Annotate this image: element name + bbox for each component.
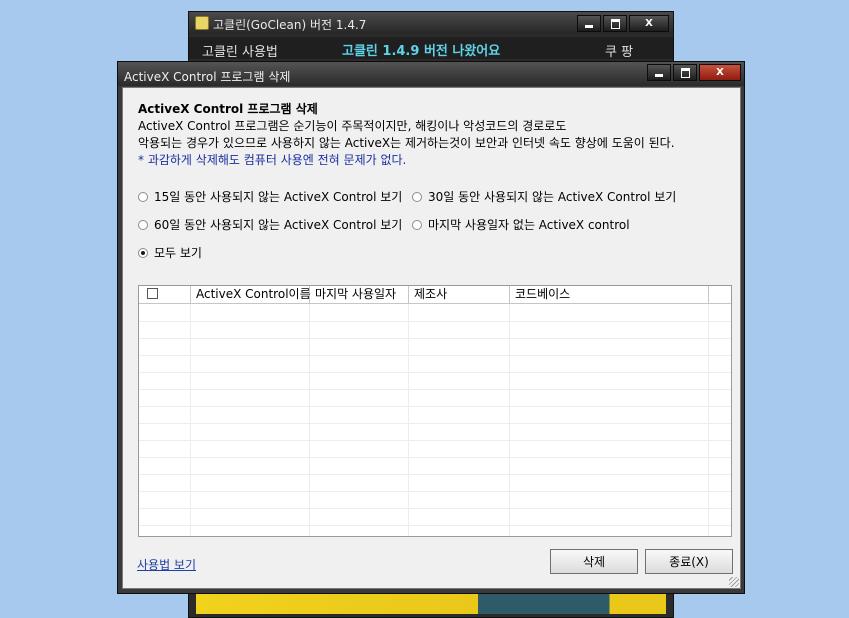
activex-list[interactable]: ActiveX Control이름 마지막 사용일자 제조사 코드베이스 — [138, 285, 732, 537]
grid-row-line — [139, 474, 731, 475]
grid-row-line — [139, 440, 731, 441]
help-link[interactable]: 사용법 보기 — [137, 556, 196, 573]
dialog-titlebar[interactable]: ActiveX Control 프로그램 삭제 X — [118, 62, 744, 86]
column-header-last-used[interactable]: 마지막 사용일자 — [310, 286, 409, 303]
section-heading: ActiveX Control 프로그램 삭제 — [138, 102, 318, 116]
grid-row-line — [139, 525, 731, 526]
filter-no-last-used[interactable]: 마지막 사용일자 없는 ActiveX control — [412, 216, 630, 233]
description-block: ActiveX Control 프로그램 삭제 ActiveX Control … — [138, 101, 675, 169]
close-icon: X — [645, 17, 653, 29]
grid-row-line — [139, 508, 731, 509]
filter-show-all-label: 모두 보기 — [154, 246, 202, 260]
grid-row-line — [139, 457, 731, 458]
maximize-button[interactable] — [603, 15, 627, 32]
goclean-titlebar[interactable]: 고클린(GoClean) 버전 1.4.7 X — [189, 12, 673, 34]
select-all-column — [139, 286, 191, 303]
grid-row-line — [139, 355, 731, 356]
grid-row-line — [139, 389, 731, 390]
maximize-icon — [680, 67, 690, 78]
filter-15-days[interactable]: 15일 동안 사용되지 않는 ActiveX Control 보기 — [138, 188, 402, 205]
coupon-link[interactable]: 쿠 팡 — [605, 41, 633, 60]
app-icon — [195, 16, 209, 30]
grid-row-line — [139, 321, 731, 322]
radio-icon[interactable] — [138, 191, 148, 202]
minimize-icon — [655, 74, 663, 77]
description-line-1: ActiveX Control 프로그램은 순기능이 주목적이지만, 해킹이나 … — [138, 119, 567, 133]
delete-button[interactable]: 삭제 — [550, 549, 638, 574]
close-button[interactable]: X — [629, 15, 669, 32]
filter-30-days[interactable]: 30일 동안 사용되지 않는 ActiveX Control 보기 — [412, 188, 676, 205]
radio-selected-icon[interactable] — [138, 247, 148, 258]
goclean-window-title: 고클린(GoClean) 버전 1.4.7 — [213, 18, 367, 32]
filter-60-days-label: 60일 동안 사용되지 않는 ActiveX Control 보기 — [154, 218, 403, 232]
filter-30-days-label: 30일 동안 사용되지 않는 ActiveX Control 보기 — [428, 190, 677, 204]
column-header-vendor[interactable]: 제조사 — [409, 286, 510, 303]
filter-no-last-used-label: 마지막 사용일자 없는 ActiveX control — [428, 218, 630, 232]
grid-row-line — [139, 338, 731, 339]
filter-60-days[interactable]: 60일 동안 사용되지 않는 ActiveX Control 보기 — [138, 216, 402, 233]
radio-icon[interactable] — [138, 219, 148, 230]
dialog-title: ActiveX Control 프로그램 삭제 — [124, 70, 291, 84]
dialog-minimize-button[interactable] — [647, 64, 671, 81]
filter-show-all[interactable]: 모두 보기 — [138, 244, 202, 261]
maximize-icon — [610, 18, 620, 29]
grid-row-line — [139, 372, 731, 373]
note-text: * 과감하게 삭제해도 컴퓨터 사용엔 전혀 문제가 없다. — [138, 153, 407, 167]
column-header-name[interactable]: ActiveX Control이름 — [191, 286, 311, 303]
list-header: ActiveX Control이름 마지막 사용일자 제조사 코드베이스 — [139, 286, 731, 304]
column-header-codebase[interactable]: 코드베이스 — [510, 286, 709, 303]
activex-dialog: ActiveX Control 프로그램 삭제 X ActiveX Contro… — [117, 61, 745, 594]
radio-icon[interactable] — [412, 191, 422, 202]
resize-grip[interactable] — [729, 577, 739, 587]
grid-row-line — [139, 423, 731, 424]
description-line-2: 악용되는 경우가 있으므로 사용하지 않는 ActiveX는 제거하는것이 보안… — [138, 136, 675, 150]
close-button[interactable]: 종료(X) — [645, 549, 733, 574]
close-icon: X — [716, 66, 724, 78]
usage-menu[interactable]: 고클린 사용법 — [202, 41, 278, 60]
grid-row-line — [139, 406, 731, 407]
grid-row-line — [139, 491, 731, 492]
filter-15-days-label: 15일 동안 사용되지 않는 ActiveX Control 보기 — [154, 190, 403, 204]
dialog-client-area: ActiveX Control 프로그램 삭제 ActiveX Control … — [122, 87, 741, 589]
minimize-button[interactable] — [577, 15, 601, 32]
goclean-menubar: 고클린 사용법 고클린 1.4.9 버전 나왔어요 쿠 팡 — [189, 37, 673, 60]
update-banner[interactable]: 고클린 1.4.9 버전 나왔어요 — [342, 40, 500, 59]
select-all-checkbox[interactable] — [147, 288, 158, 299]
radio-icon[interactable] — [412, 219, 422, 230]
dialog-close-button[interactable]: X — [699, 64, 741, 81]
minimize-icon — [585, 25, 593, 28]
dialog-maximize-button[interactable] — [673, 64, 697, 81]
